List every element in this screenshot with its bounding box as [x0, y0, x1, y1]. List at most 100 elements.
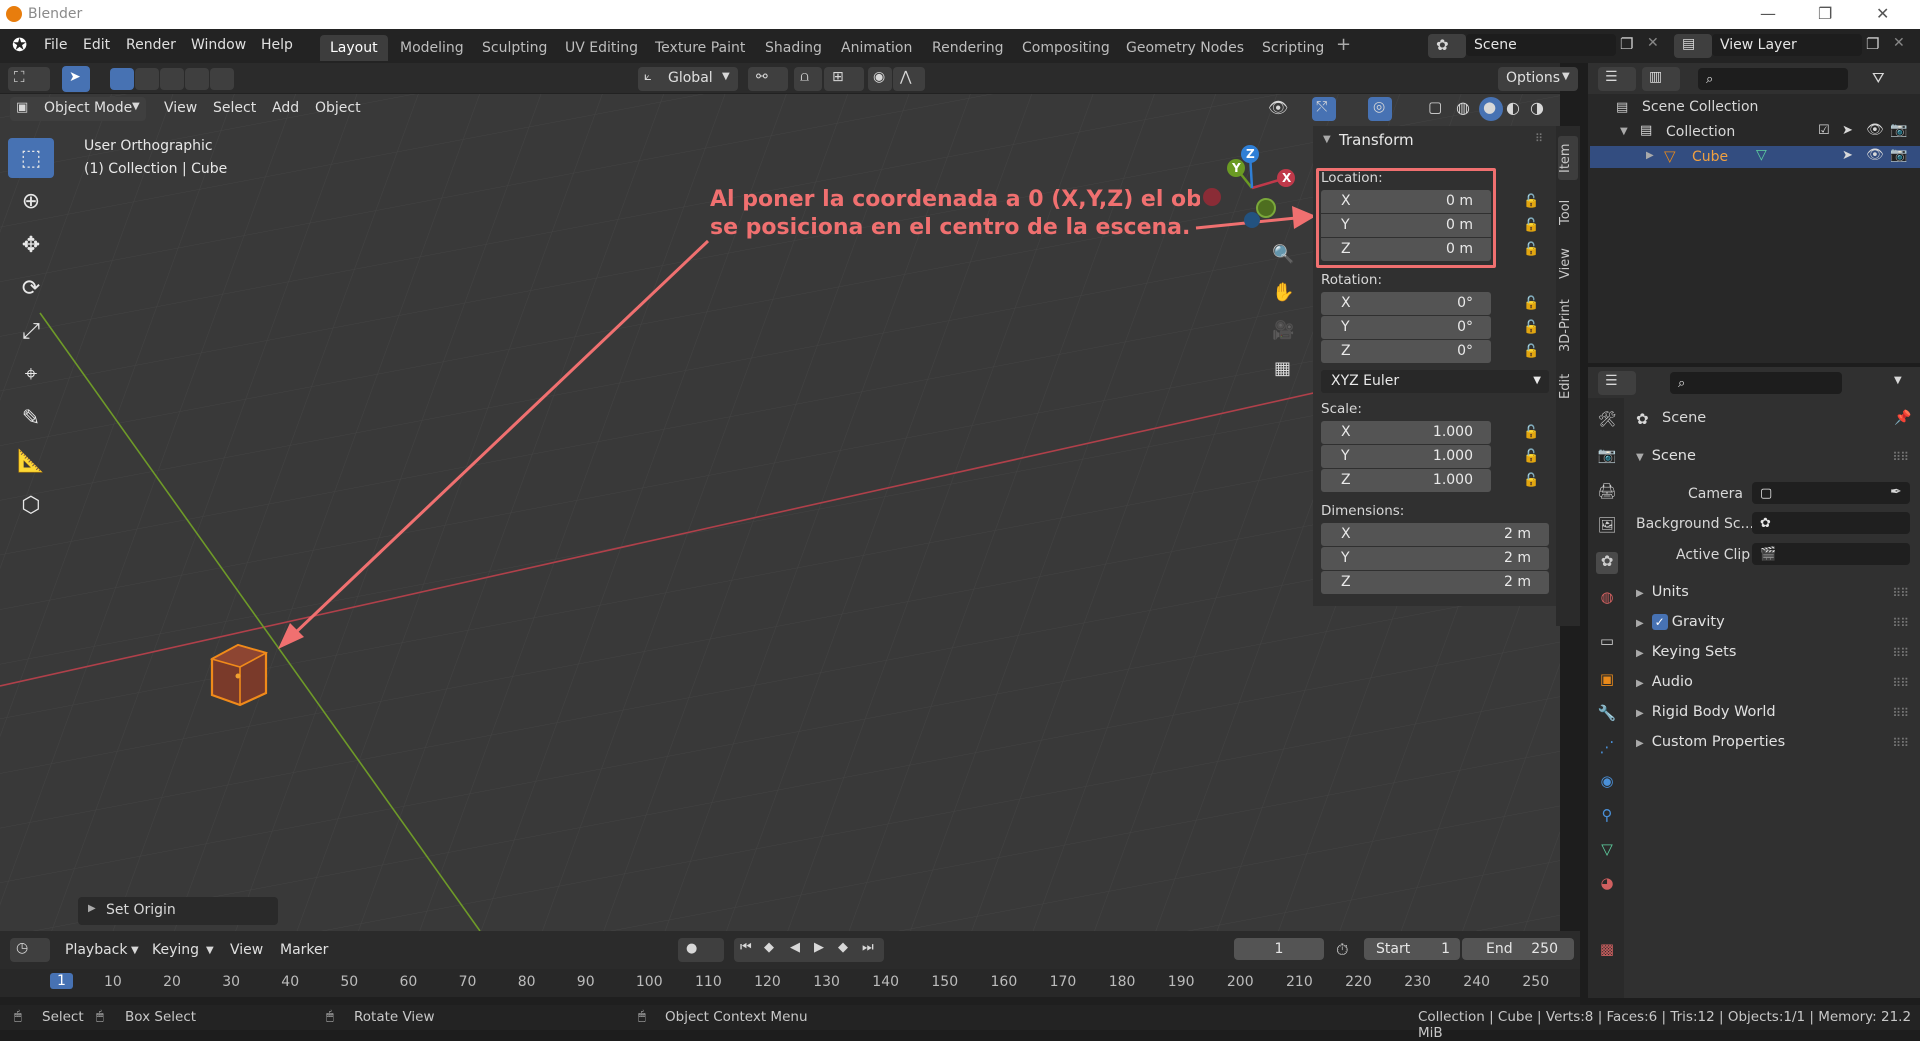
select-tool-icon[interactable]: ➤: [62, 66, 90, 92]
solid-shading-icon[interactable]: ●: [1479, 97, 1503, 121]
drag-handle-icon[interactable]: ⠿⠿: [1892, 706, 1909, 720]
lock-icon[interactable]: 🔓: [1523, 194, 1539, 209]
viewport-menu-object[interactable]: Object: [315, 100, 361, 116]
pivot-point-button[interactable]: ⚯: [748, 67, 788, 91]
background-scene-field[interactable]: ✿: [1752, 512, 1910, 534]
properties-search-input[interactable]: ⌕: [1670, 372, 1842, 394]
scale-z-field[interactable]: Z 1.000: [1321, 469, 1491, 492]
timeline-editor-type-icon[interactable]: ◷: [10, 938, 50, 962]
properties-editor-type-icon[interactable]: ☰: [1598, 371, 1636, 395]
render-camera-icon[interactable]: 📷: [1890, 147, 1907, 163]
exclude-checkbox-icon[interactable]: ☑: [1818, 123, 1830, 138]
menu-help[interactable]: Help: [261, 37, 293, 53]
overlay-toggle-icon[interactable]: ◎: [1368, 97, 1392, 121]
rotation-x-field[interactable]: X 0°: [1321, 292, 1491, 315]
render-camera-icon[interactable]: 📷: [1890, 122, 1907, 138]
scale-tool-icon[interactable]: ⤢: [8, 311, 54, 351]
timer-icon[interactable]: ⏱: [1336, 940, 1348, 960]
lock-icon[interactable]: 🔓: [1523, 218, 1539, 233]
drag-handle-icon[interactable]: ⠿: [1535, 132, 1543, 145]
eyedropper-icon[interactable]: ✒: [1890, 484, 1902, 500]
proportional-edit-icon[interactable]: ◉: [868, 67, 892, 91]
navigation-gizmo[interactable]: X Y Z: [1200, 138, 1310, 238]
tab-view[interactable]: View: [1558, 244, 1578, 284]
tab-shading[interactable]: Shading: [755, 35, 832, 61]
new-scene-icon[interactable]: ❐: [1620, 35, 1633, 53]
material-tab-icon[interactable]: ◕: [1596, 874, 1618, 896]
tab-uv-editing[interactable]: UV Editing: [555, 35, 648, 61]
outliner-cube[interactable]: Cube: [1692, 149, 1728, 165]
eye-icon[interactable]: 👁: [1866, 122, 1884, 138]
pin-icon[interactable]: 📌: [1894, 410, 1911, 426]
mode-dropdown[interactable]: ▣ Object Mode ▼: [10, 97, 146, 121]
perspective-toggle-icon[interactable]: ▦: [1274, 358, 1291, 379]
transform-tool-icon[interactable]: ⌖: [8, 354, 54, 394]
timeline-menu-playback[interactable]: Playback: [65, 942, 127, 958]
tab-item[interactable]: Item: [1558, 136, 1578, 180]
camera-field[interactable]: ▢: [1752, 482, 1910, 504]
pan-hand-icon[interactable]: ✋: [1272, 282, 1294, 303]
add-workspace-button[interactable]: +: [1336, 34, 1351, 55]
delete-scene-icon[interactable]: ✕: [1647, 35, 1659, 51]
select-mode-new-icon[interactable]: [110, 68, 134, 90]
outliner-editor-type-icon[interactable]: ☰: [1598, 67, 1636, 91]
tab-sculpting[interactable]: Sculpting: [472, 35, 557, 61]
outliner-scene-collection[interactable]: Scene Collection: [1642, 99, 1758, 115]
select-box-tool-icon[interactable]: ⬚: [8, 138, 54, 178]
annotate-tool-icon[interactable]: ✎: [8, 398, 54, 438]
record-button[interactable]: ●: [678, 938, 724, 962]
filter-icon[interactable]: ⛛: [1872, 69, 1885, 87]
editor-type-button[interactable]: ⛶: [8, 67, 50, 91]
expand-arrow-icon[interactable]: ▶: [1646, 150, 1654, 161]
scene-browse-button[interactable]: ✿: [1428, 34, 1466, 58]
close-button[interactable]: ✕: [1876, 4, 1889, 23]
snap-toggle-icon[interactable]: ⩍: [794, 67, 822, 91]
dimensions-z-field[interactable]: Z2 m: [1321, 571, 1549, 594]
output-tab-icon[interactable]: 🖨: [1596, 482, 1618, 504]
expand-arrow-icon[interactable]: ▼: [1620, 126, 1628, 137]
tab-edit[interactable]: Edit: [1558, 366, 1578, 406]
audio-panel-header[interactable]: ▶ Audio: [1636, 674, 1693, 690]
lock-icon[interactable]: 🔓: [1523, 242, 1539, 257]
constraints-tab-icon[interactable]: ⚲: [1596, 806, 1618, 828]
rotate-tool-icon[interactable]: ⟳: [8, 268, 54, 308]
menu-render[interactable]: Render: [126, 37, 176, 53]
select-mode-extend-icon[interactable]: [135, 68, 159, 90]
move-tool-icon[interactable]: ✥: [8, 225, 54, 265]
view-layer-field[interactable]: View Layer: [1712, 34, 1862, 56]
physics-tab-icon[interactable]: ◉: [1596, 772, 1618, 794]
menu-edit[interactable]: Edit: [83, 37, 110, 53]
zoom-icon[interactable]: 🔍: [1272, 244, 1294, 265]
transform-header[interactable]: Transform: [1339, 131, 1414, 149]
drag-handle-icon[interactable]: ⠿⠿: [1892, 616, 1909, 630]
material-shading-icon[interactable]: ◐: [1506, 98, 1520, 117]
data-tab-icon[interactable]: ▽: [1596, 840, 1618, 862]
collection-tab-icon[interactable]: ▭: [1596, 632, 1618, 654]
select-mode-intersect-icon[interactable]: [210, 68, 234, 90]
view-layer-tab-icon[interactable]: 🖼: [1596, 516, 1618, 538]
lock-icon[interactable]: 🔓: [1523, 344, 1539, 359]
render-tab-icon[interactable]: 📷: [1596, 446, 1618, 468]
collapse-arrow-icon[interactable]: ▼: [1323, 134, 1331, 145]
tab-rendering[interactable]: Rendering: [922, 35, 1014, 61]
world-tab-icon[interactable]: ◍: [1596, 588, 1618, 610]
playback-controls[interactable]: ⏮ ◆ ◀ ▶ ◆ ⏭: [734, 938, 884, 962]
rotation-mode-dropdown[interactable]: XYZ Euler ▼: [1321, 370, 1549, 393]
tab-geometry-nodes[interactable]: Geometry Nodes: [1116, 35, 1254, 61]
mesh-data-icon[interactable]: ▽: [1756, 147, 1767, 163]
display-mode-icon[interactable]: ▥: [1642, 67, 1680, 91]
wireframe-shading-icon[interactable]: ◍: [1456, 98, 1470, 117]
viewport-menu-add[interactable]: Add: [272, 100, 299, 116]
lock-icon[interactable]: 🔓: [1523, 449, 1539, 464]
tab-animation[interactable]: Animation: [831, 35, 922, 61]
camera-view-icon[interactable]: 🎥: [1272, 320, 1294, 341]
tab-compositing[interactable]: Compositing: [1012, 35, 1120, 61]
scene-tab-icon[interactable]: ✿: [1596, 552, 1618, 574]
eye-icon[interactable]: 👁: [1866, 147, 1884, 163]
measure-tool-icon[interactable]: 📐: [8, 441, 54, 481]
options-dropdown[interactable]: Options ▼: [1498, 67, 1578, 91]
falloff-icon[interactable]: ⋀: [893, 67, 925, 91]
viewport-menu-select[interactable]: Select: [213, 100, 256, 116]
gizmo-toggle-icon[interactable]: ⤲: [1312, 97, 1336, 121]
timeline-ruler[interactable]: 1 10 20 30 40 50 60 70 80 90 100 110 120 130 140 150 160…: [0, 969, 1580, 997]
